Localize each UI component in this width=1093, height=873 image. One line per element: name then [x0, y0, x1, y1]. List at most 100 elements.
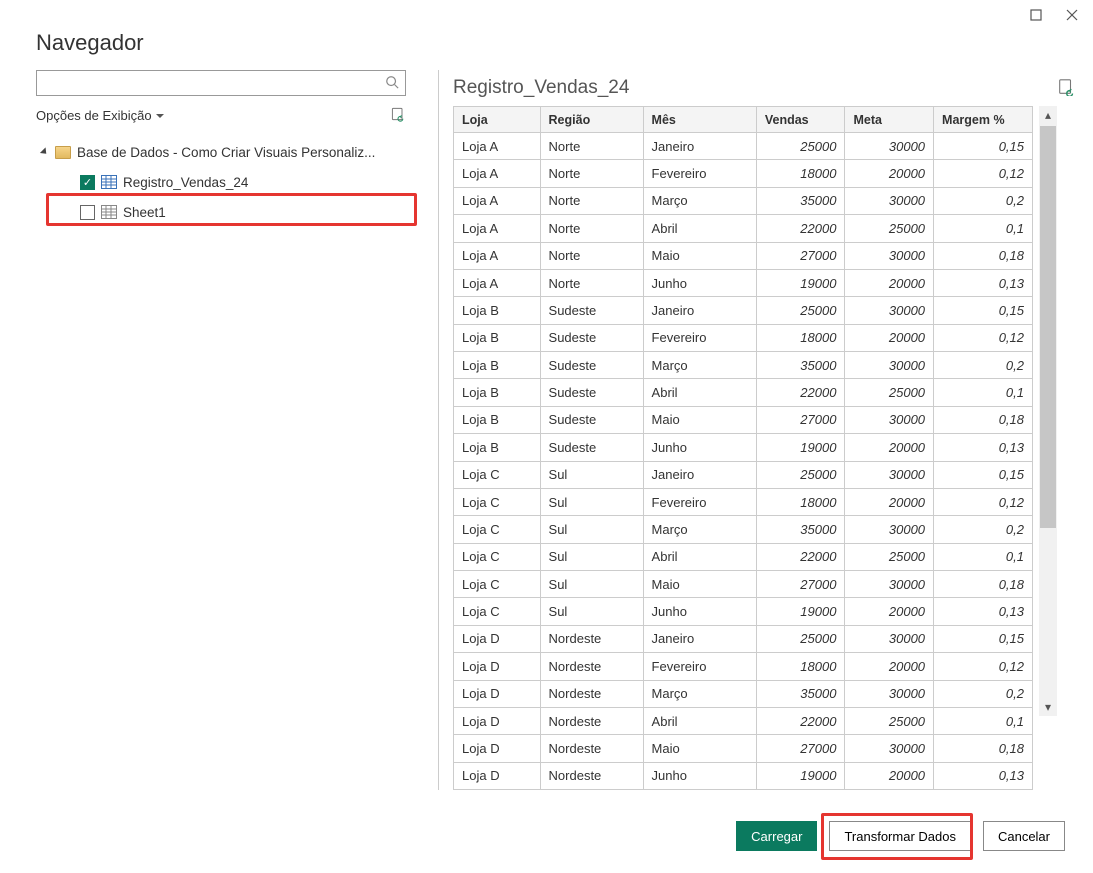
- cell-margem: 0,15: [934, 297, 1033, 324]
- cell-meta: 25000: [845, 379, 934, 406]
- table-row[interactable]: Loja ANorteJunho19000200000,13: [454, 269, 1033, 296]
- table-row[interactable]: Loja BSudesteMaio27000300000,18: [454, 406, 1033, 433]
- cell-regiao: Sul: [540, 598, 643, 625]
- table-row[interactable]: Loja ANorteFevereiro18000200000,12: [454, 160, 1033, 187]
- table-row[interactable]: Loja ANorteMarço35000300000,2: [454, 187, 1033, 214]
- maximize-icon[interactable]: [1029, 8, 1043, 22]
- cell-loja: Loja D: [454, 707, 541, 734]
- cell-loja: Loja A: [454, 269, 541, 296]
- cell-margem: 0,15: [934, 133, 1033, 160]
- cell-regiao: Sul: [540, 516, 643, 543]
- table-row[interactable]: Loja DNordesteJaneiro25000300000,15: [454, 625, 1033, 652]
- cell-meta: 30000: [845, 461, 934, 488]
- search-input[interactable]: [43, 72, 385, 94]
- tree-item-label: Registro_Vendas_24: [123, 175, 248, 190]
- cell-vendas: 22000: [756, 543, 845, 570]
- search-box[interactable]: [36, 70, 406, 96]
- table-row[interactable]: Loja DNordesteJunho19000200000,13: [454, 762, 1033, 789]
- table-row[interactable]: Loja CSulMarço35000300000,2: [454, 516, 1033, 543]
- table-row[interactable]: Loja ANorteMaio27000300000,18: [454, 242, 1033, 269]
- cell-margem: 0,12: [934, 160, 1033, 187]
- preview-table: Loja Região Mês Vendas Meta Margem % Loj…: [453, 106, 1033, 790]
- col-header-margem[interactable]: Margem %: [934, 107, 1033, 133]
- cell-loja: Loja D: [454, 735, 541, 762]
- cell-regiao: Norte: [540, 187, 643, 214]
- col-header-meta[interactable]: Meta: [845, 107, 934, 133]
- cell-margem: 0,13: [934, 598, 1033, 625]
- table-row[interactable]: Loja CSulJaneiro25000300000,15: [454, 461, 1033, 488]
- close-icon[interactable]: [1065, 8, 1079, 22]
- scroll-down-arrow-icon[interactable]: ▾: [1045, 698, 1051, 716]
- display-options-dropdown[interactable]: Opções de Exibição: [36, 108, 164, 123]
- table-row[interactable]: Loja CSulJunho19000200000,13: [454, 598, 1033, 625]
- table-row[interactable]: Loja BSudesteAbril22000250000,1: [454, 379, 1033, 406]
- load-button[interactable]: Carregar: [736, 821, 817, 851]
- cell-vendas: 35000: [756, 680, 845, 707]
- cell-regiao: Nordeste: [540, 735, 643, 762]
- table-row[interactable]: Loja DNordesteMarço35000300000,2: [454, 680, 1033, 707]
- cell-mes: Janeiro: [643, 461, 756, 488]
- table-row[interactable]: Loja CSulFevereiro18000200000,12: [454, 488, 1033, 515]
- search-icon[interactable]: [385, 75, 399, 92]
- cell-margem: 0,18: [934, 571, 1033, 598]
- cell-loja: Loja C: [454, 516, 541, 543]
- cell-mes: Janeiro: [643, 133, 756, 160]
- cell-regiao: Nordeste: [540, 625, 643, 652]
- expand-toggle-icon[interactable]: [40, 147, 49, 156]
- table-row[interactable]: Loja ANorteAbril22000250000,1: [454, 215, 1033, 242]
- refresh-preview-icon[interactable]: [1057, 78, 1075, 99]
- cell-meta: 30000: [845, 406, 934, 433]
- table-row[interactable]: Loja CSulAbril22000250000,1: [454, 543, 1033, 570]
- table-row[interactable]: Loja DNordesteAbril22000250000,1: [454, 707, 1033, 734]
- display-options-label: Opções de Exibição: [36, 108, 152, 123]
- cell-vendas: 18000: [756, 488, 845, 515]
- table-row[interactable]: Loja DNordesteFevereiro18000200000,12: [454, 653, 1033, 680]
- tree-root[interactable]: Base de Dados - Como Criar Visuais Perso…: [36, 137, 416, 167]
- cell-margem: 0,1: [934, 707, 1033, 734]
- dialog-title: Navegador: [0, 0, 1093, 70]
- cell-meta: 30000: [845, 735, 934, 762]
- cancel-button[interactable]: Cancelar: [983, 821, 1065, 851]
- table-row[interactable]: Loja BSudesteFevereiro18000200000,12: [454, 324, 1033, 351]
- cell-regiao: Sul: [540, 461, 643, 488]
- checkbox-checked-icon[interactable]: ✓: [80, 175, 95, 190]
- cell-margem: 0,12: [934, 324, 1033, 351]
- table-icon: [101, 175, 117, 189]
- table-row[interactable]: Loja BSudesteJaneiro25000300000,15: [454, 297, 1033, 324]
- cell-vendas: 19000: [756, 269, 845, 296]
- col-header-mes[interactable]: Mês: [643, 107, 756, 133]
- cell-vendas: 22000: [756, 379, 845, 406]
- vertical-scrollbar[interactable]: ▴ ▾: [1039, 106, 1057, 716]
- cell-meta: 20000: [845, 653, 934, 680]
- col-header-regiao[interactable]: Região: [540, 107, 643, 133]
- cell-regiao: Nordeste: [540, 707, 643, 734]
- col-header-loja[interactable]: Loja: [454, 107, 541, 133]
- cell-mes: Maio: [643, 242, 756, 269]
- table-row[interactable]: Loja DNordesteMaio27000300000,18: [454, 735, 1033, 762]
- scroll-thumb[interactable]: [1040, 126, 1056, 528]
- cell-regiao: Sudeste: [540, 324, 643, 351]
- table-row[interactable]: Loja BSudesteJunho19000200000,13: [454, 434, 1033, 461]
- cell-vendas: 22000: [756, 707, 845, 734]
- cell-mes: Abril: [643, 543, 756, 570]
- col-header-vendas[interactable]: Vendas: [756, 107, 845, 133]
- scroll-up-arrow-icon[interactable]: ▴: [1045, 106, 1051, 124]
- cell-meta: 30000: [845, 133, 934, 160]
- cell-margem: 0,2: [934, 352, 1033, 379]
- refresh-tree-icon[interactable]: [390, 106, 406, 125]
- table-row[interactable]: Loja ANorteJaneiro25000300000,15: [454, 133, 1033, 160]
- cell-regiao: Sul: [540, 571, 643, 598]
- cell-loja: Loja A: [454, 215, 541, 242]
- chevron-down-icon: [156, 114, 164, 118]
- cell-regiao: Sul: [540, 543, 643, 570]
- cell-vendas: 25000: [756, 133, 845, 160]
- cell-meta: 30000: [845, 352, 934, 379]
- cell-vendas: 18000: [756, 324, 845, 351]
- cell-regiao: Sudeste: [540, 352, 643, 379]
- cell-regiao: Norte: [540, 269, 643, 296]
- table-row[interactable]: Loja BSudesteMarço35000300000,2: [454, 352, 1033, 379]
- table-row[interactable]: Loja CSulMaio27000300000,18: [454, 571, 1033, 598]
- cell-mes: Fevereiro: [643, 160, 756, 187]
- cell-meta: 20000: [845, 324, 934, 351]
- cell-loja: Loja C: [454, 543, 541, 570]
